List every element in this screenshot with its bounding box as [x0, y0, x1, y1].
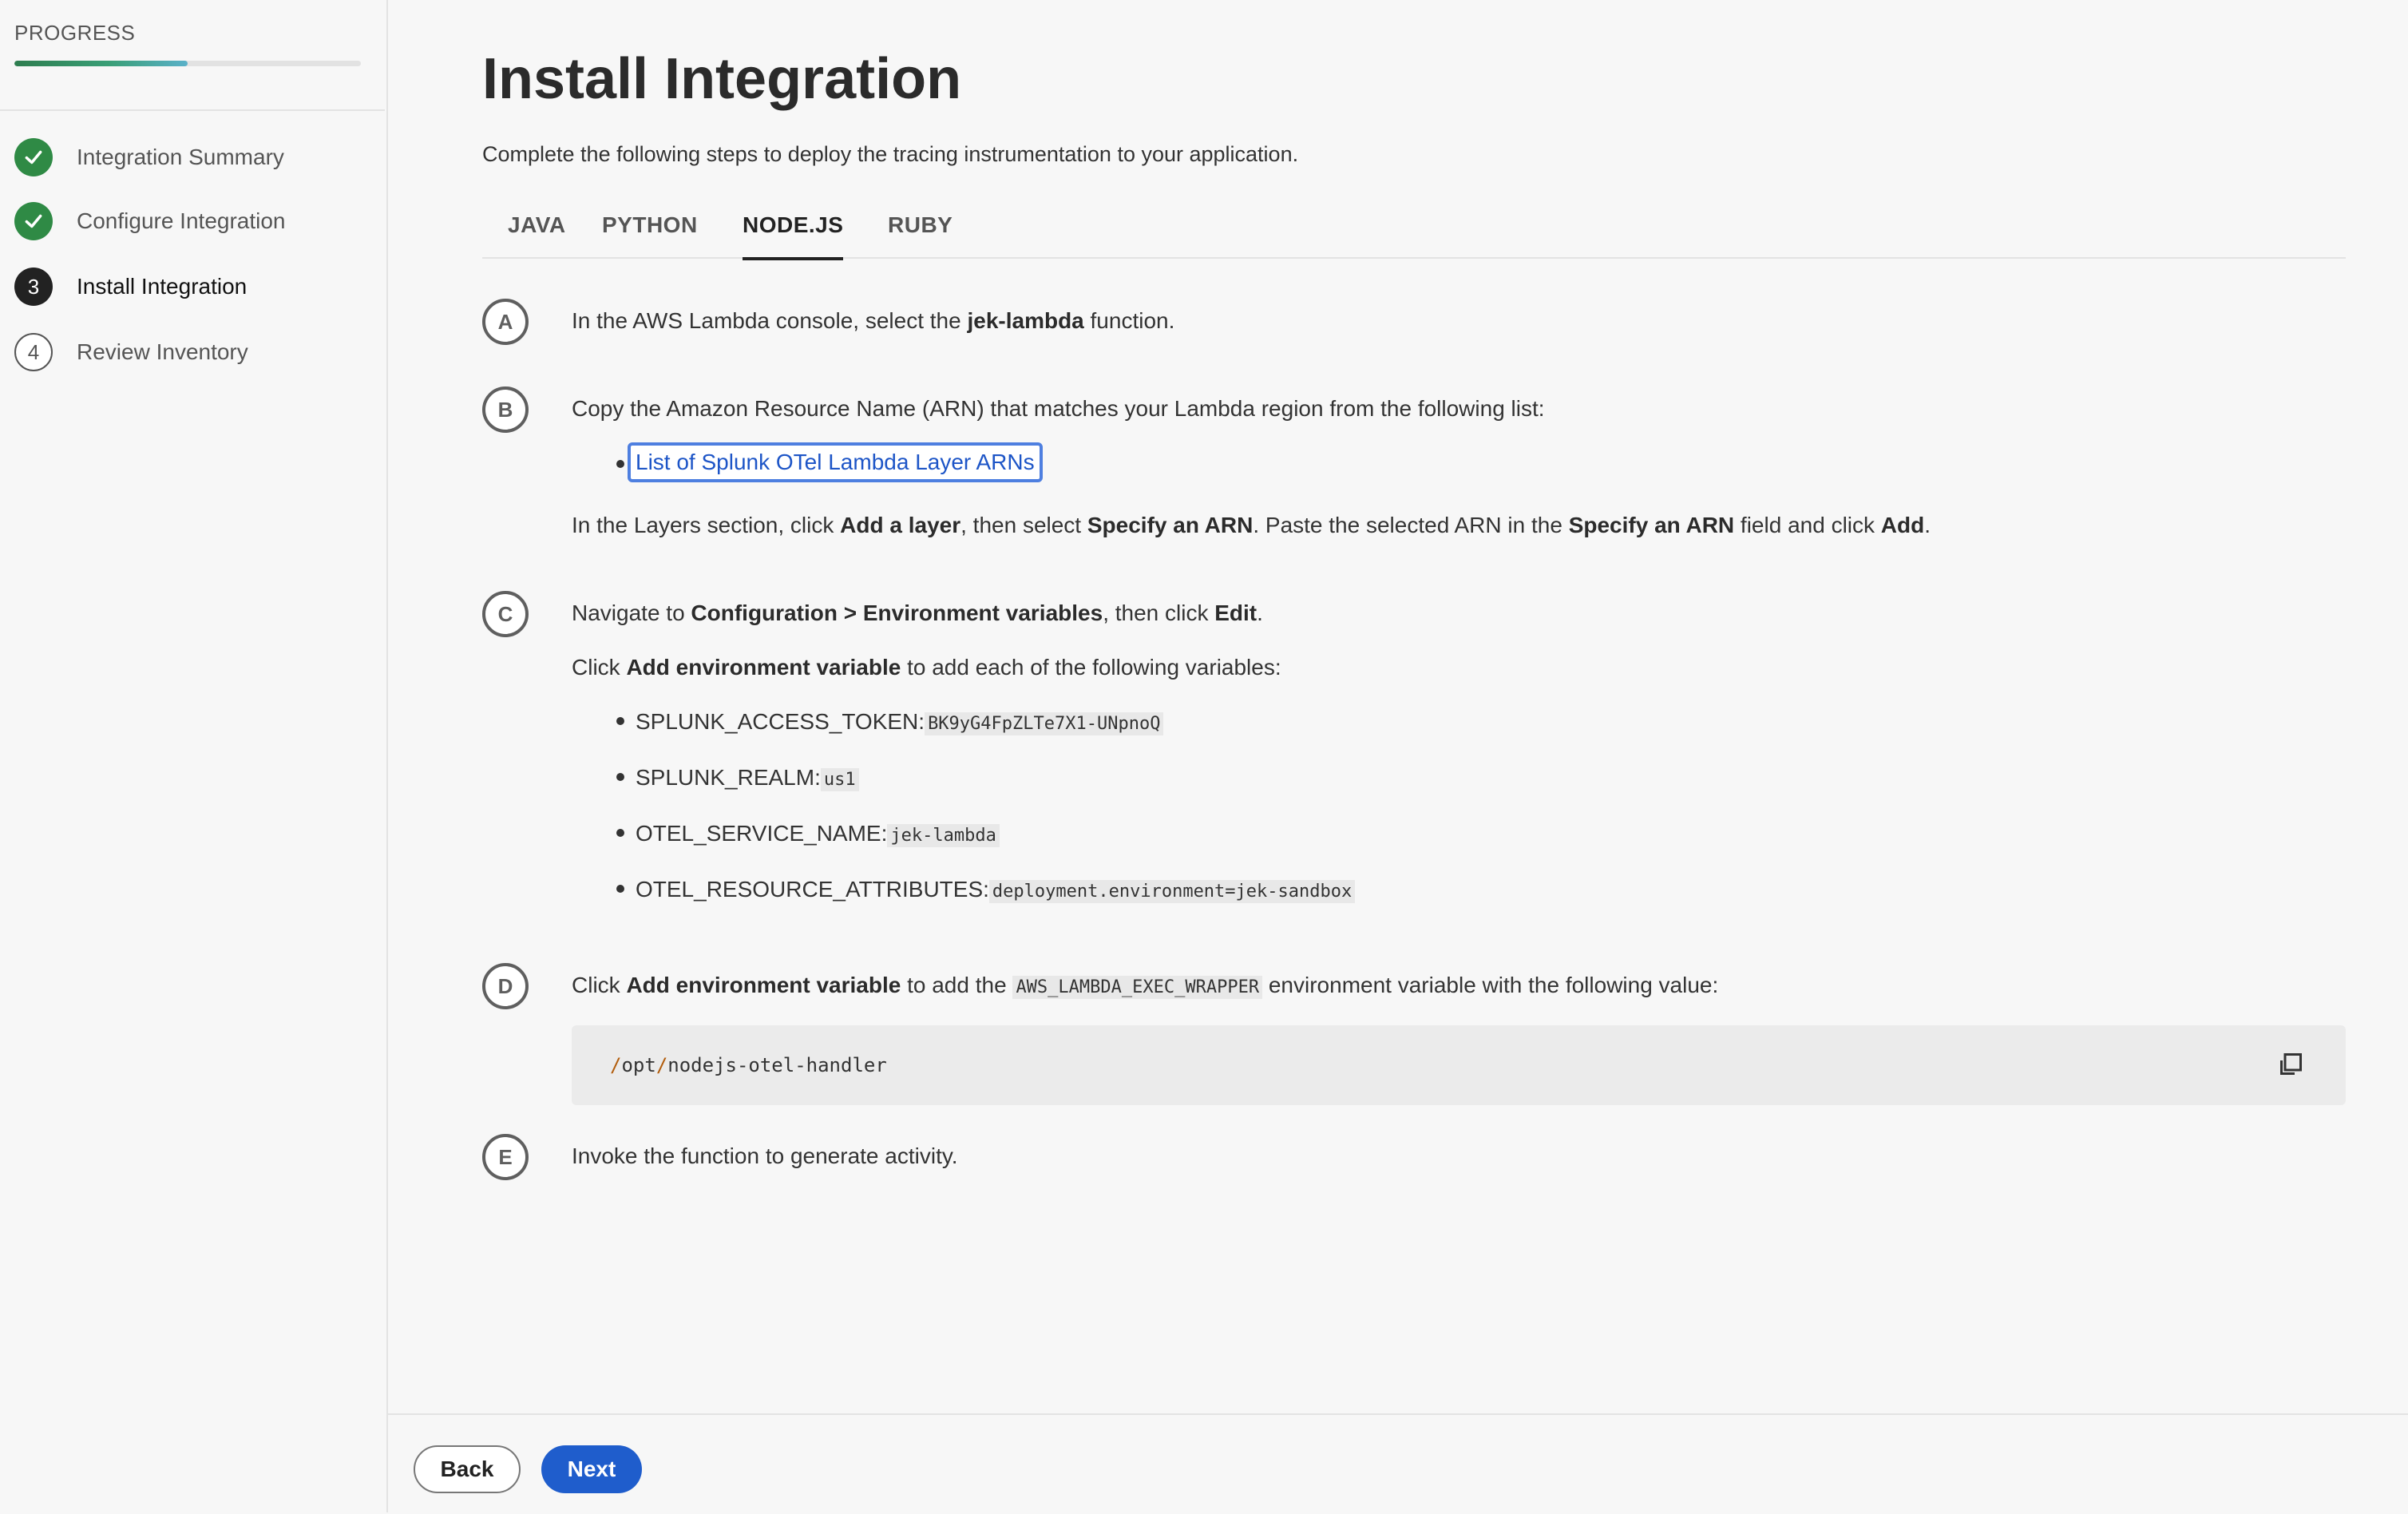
tab-nodejs[interactable]: NODE.JS — [743, 212, 844, 260]
step-e-badge: E — [482, 1134, 529, 1180]
env-var-name: AWS_LAMBDA_EXEC_WRAPPER — [1012, 976, 1263, 999]
footer: Back Next — [388, 1413, 2408, 1514]
language-tabs: JAVA PYTHON NODE.JS RUBY — [482, 200, 2346, 260]
back-button[interactable]: Back — [414, 1445, 521, 1493]
progress-heading: PROGRESS — [14, 21, 136, 45]
step-c-text: Navigate to Configuration > Environment … — [572, 600, 1263, 625]
bullet — [616, 829, 624, 837]
step-number-badge: 4 — [14, 333, 53, 371]
bullet — [616, 460, 624, 468]
arn-list-link[interactable]: List of Splunk OTel Lambda Layer ARNs — [628, 442, 1043, 482]
progress-bar — [14, 61, 361, 66]
env-var-item: SPLUNK_ACCESS_TOKEN: BK9yG4FpZLTe7X1-UNpn… — [636, 709, 1164, 735]
step-a-text: In the AWS Lambda console, select the je… — [572, 308, 1175, 333]
step-label: Configure Integration — [77, 208, 286, 233]
step-configure-integration[interactable]: Configure Integration — [14, 201, 286, 241]
code-value[interactable]: /opt/nodejs-otel-handler — [610, 1054, 887, 1076]
tab-java[interactable]: JAVA — [508, 212, 566, 257]
env-var-value: deployment.environment=jek-sandbox — [988, 880, 1356, 903]
env-var-item: OTEL_RESOURCE_ATTRIBUTES: deployment.envi… — [636, 877, 1356, 903]
step-label: Review Inventory — [77, 339, 248, 364]
step-a-badge: A — [482, 299, 529, 345]
step-e-text: Invoke the function to generate activity… — [572, 1143, 958, 1168]
step-d-text: Click Add environment variable to add th… — [572, 973, 1719, 999]
check-icon — [14, 138, 53, 176]
progress-bar-fill — [14, 61, 188, 66]
env-var-item: OTEL_SERVICE_NAME: jek-lambda — [636, 821, 1000, 847]
page-description: Complete the following steps to deploy t… — [482, 142, 1299, 166]
bullet — [616, 885, 624, 893]
tab-ruby[interactable]: RUBY — [888, 212, 953, 257]
progress-sidebar: PROGRESS Integration Summary Configure I… — [0, 0, 388, 1512]
step-c-subtext: Click Add environment variable to add ea… — [572, 655, 1281, 680]
step-d-badge: D — [482, 963, 529, 1009]
step-install-integration[interactable]: 3 Install Integration — [14, 267, 247, 307]
code-block: /opt/nodejs-otel-handler — [572, 1025, 2346, 1105]
copy-icon[interactable] — [2275, 1051, 2304, 1080]
env-var-value: us1 — [820, 768, 859, 791]
bullet — [616, 717, 624, 725]
step-b-badge: B — [482, 386, 529, 433]
step-integration-summary[interactable]: Integration Summary — [14, 137, 284, 177]
step-b-instructions: In the Layers section, click Add a layer… — [572, 513, 1931, 537]
tab-python[interactable]: PYTHON — [602, 212, 698, 257]
env-var-value: jek-lambda — [887, 824, 1000, 847]
step-label: Install Integration — [77, 274, 248, 299]
env-var-item: SPLUNK_REALM: us1 — [636, 765, 859, 791]
page-title: Install Integration — [482, 47, 962, 111]
step-number-badge: 3 — [14, 268, 53, 306]
step-label: Integration Summary — [77, 145, 284, 169]
bullet — [616, 773, 624, 781]
function-name: jek-lambda — [967, 308, 1084, 333]
sidebar-divider — [0, 109, 385, 111]
main-content: Install Integration Complete the followi… — [388, 0, 2408, 1413]
step-review-inventory[interactable]: 4 Review Inventory — [14, 332, 248, 372]
check-icon — [14, 202, 53, 240]
step-b-text: Copy the Amazon Resource Name (ARN) that… — [572, 396, 1545, 421]
env-var-value: BK9yG4FpZLTe7X1-UNpnoQ — [925, 712, 1164, 735]
next-button[interactable]: Next — [541, 1445, 642, 1493]
step-c-badge: C — [482, 591, 529, 637]
